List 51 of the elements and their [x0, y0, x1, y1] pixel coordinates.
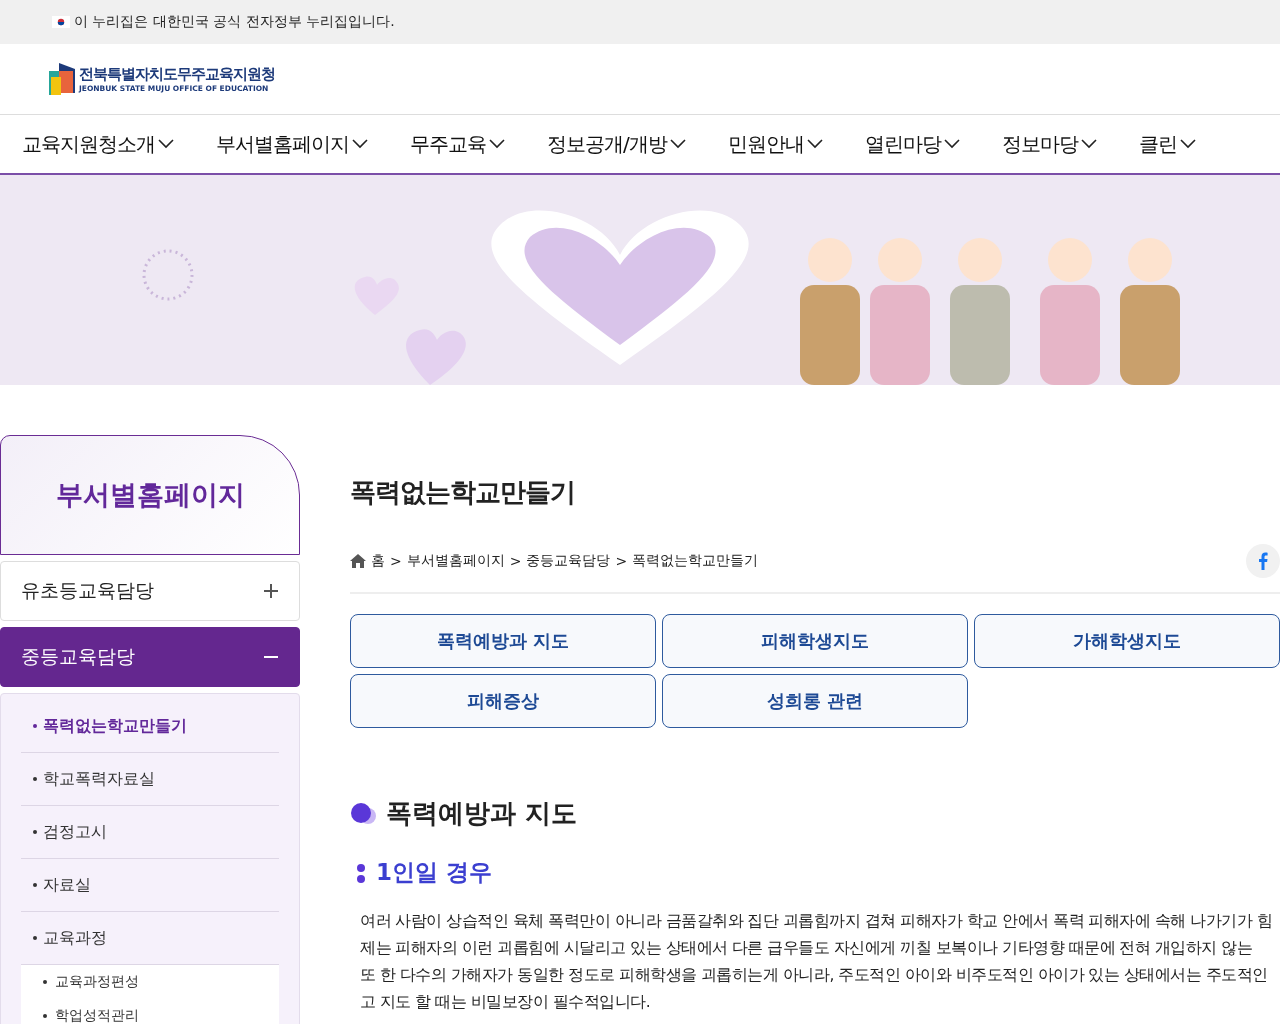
chevron-down-icon [1080, 139, 1097, 149]
sidebar-group[interactable]: 유초등교육담당 [0, 561, 300, 621]
sidebar-title: 부서별홈페이지 [0, 435, 300, 555]
breadcrumb-separator: > [615, 553, 628, 569]
breadcrumb-separator: > [390, 553, 402, 569]
chevron-down-icon [1179, 139, 1196, 149]
chevron-down-icon [489, 139, 505, 149]
breadcrumb-link[interactable]: 중등교육담당 [526, 552, 611, 570]
page-title: 폭력없는학교만들기 [350, 476, 576, 509]
sidebar-group[interactable]: 중등교육담당 [0, 627, 300, 687]
nav-menu-item[interactable]: 클린 [1138, 130, 1196, 158]
nav-menu-item[interactable]: 열린마당 [864, 130, 960, 158]
nav-menu-item[interactable]: 부서별홈페이지 [216, 130, 368, 158]
submenu-item[interactable]: 학교폭력자료실 [21, 753, 279, 806]
nav-menu-item[interactable]: 정보마당 [1001, 130, 1097, 158]
chevron-down-icon [352, 139, 368, 149]
submenu-item[interactable]: 자료실 [21, 859, 279, 912]
nav-menu-item[interactable]: 교육지원청소개 [22, 130, 174, 158]
content-tab[interactable]: 피해학생지도 [662, 614, 968, 668]
nav-menu-item[interactable]: 정보공개/개방 [547, 130, 686, 158]
chevron-down-icon [943, 139, 960, 149]
submenu-child-item[interactable]: 학업성적관리 [21, 999, 279, 1024]
subsection-title: 1인일 경우 [376, 858, 492, 887]
breadcrumb-link[interactable]: 폭력없는학교만들기 [632, 552, 759, 570]
content-tab[interactable]: 가해학생지도 [974, 614, 1280, 668]
breadcrumb-link[interactable]: 부서별홈페이지 [406, 552, 505, 570]
bullet-circles-icon [350, 802, 378, 825]
section-title: 폭력예방과 지도 [386, 797, 578, 830]
body-paragraph: 여러 사람이 상습적인 육체 폭력만이 아니라 금품갈취와 집단 괴롭힘까지 겹쳐 피해자가 학교 안에서 폭력 피해자에 속해 나가기가 힘 제는 피해자의 이런 괴롭힘에 시달리고 있는 상태에서 다른 급우들도 자신에게 끼칠 보복이나 기타영향 때문에 전혀 개입하지 않는 또 한 다수의 가해자가 동일한 정도로 피해학생을 괴롭히는게 아니라, 주도적인 아이와 비주도적인 아이가 있는 상태에서는 주도적인 고 지도 할 때는 비밀보장이 필수적입니다. [360, 911, 1274, 1013]
logo-name: 전북특별자치도무주교육지원청 [79, 65, 275, 84]
gov-notice: 이 누리집은 대한민국 공식 전자정부 누리집입니다. [74, 13, 395, 31]
content-tab[interactable]: 성희롱 관련 [662, 674, 968, 728]
submenu-item[interactable]: 검정고시 [21, 806, 279, 859]
facebook-share-button[interactable] [1246, 544, 1280, 578]
plus-icon [263, 583, 279, 599]
breadcrumb-separator: > [509, 553, 522, 569]
colon-bullet-icon [356, 861, 366, 884]
chevron-down-icon [158, 139, 174, 149]
chevron-down-icon [669, 139, 686, 149]
nav-menu-item[interactable]: 무주교육 [410, 130, 505, 158]
breadcrumb-link[interactable]: 홈 [371, 552, 385, 570]
content-tab[interactable]: 피해증상 [350, 674, 656, 728]
content-tab[interactable]: 폭력예방과 지도 [350, 614, 656, 668]
submenu-child-item[interactable]: 교육과정편성 [21, 965, 279, 999]
flag-icon [52, 16, 70, 28]
minus-icon [263, 656, 279, 658]
home-icon [350, 554, 366, 568]
nav-menu-item[interactable]: 민원안내 [727, 130, 823, 158]
facebook-icon [1258, 552, 1268, 570]
chevron-down-icon [806, 139, 823, 149]
submenu-item[interactable]: 폭력없는학교만들기 [21, 700, 279, 753]
